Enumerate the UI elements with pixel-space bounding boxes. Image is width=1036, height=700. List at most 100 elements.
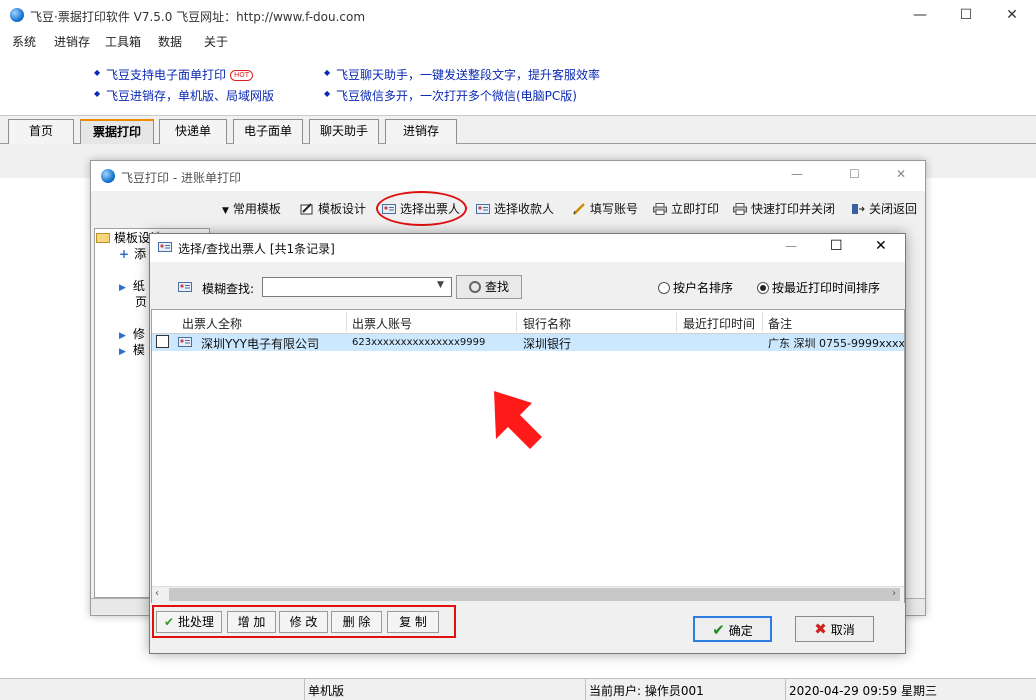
exit-door-icon (852, 204, 865, 214)
drawer-dialog-title: 选择/查找出票人 [共1条记录] (178, 242, 335, 256)
radio-selected-icon (757, 282, 769, 294)
column-header-bank[interactable]: 银行名称 (523, 315, 571, 332)
promo-link-eorder[interactable]: 飞豆支持电子面单打印 HOT (106, 66, 254, 83)
menu-inventory[interactable]: 进销存 (54, 33, 90, 50)
search-person-icon (468, 281, 481, 293)
cell-drawer-name: 深圳YYY电子有限公司 (201, 337, 319, 351)
minimize-button[interactable]: — (785, 239, 797, 253)
status-datetime: 2020-04-29 09:59 星期三 (789, 684, 937, 698)
printer-icon (733, 203, 747, 215)
template-design-button[interactable]: 模板设计 (300, 200, 366, 217)
minimize-button[interactable]: — (897, 0, 943, 30)
triangle-right-icon: ▶ (119, 331, 126, 341)
status-edition: 单机版 (308, 684, 345, 698)
triangle-down-icon: ▼ (222, 206, 229, 216)
tree-item-page[interactable]: 页 (135, 293, 147, 310)
search-input[interactable] (262, 277, 452, 297)
close-button[interactable]: ✕ (896, 167, 906, 181)
contact-card-icon (158, 242, 172, 252)
printer-icon (653, 203, 667, 215)
column-header-last-print[interactable]: 最近打印时间 (683, 315, 755, 332)
common-template-dropdown[interactable]: ▼ 常用模板 (222, 200, 281, 217)
menu-data[interactable]: 数据 (158, 33, 182, 50)
cancel-button[interactable]: ✖ 取消 (795, 616, 874, 642)
status-divider (785, 678, 786, 700)
plus-icon: + (119, 247, 130, 261)
drawer-dialog-titlebar: 选择/查找出票人 [共1条记录] — ☐ ✕ (150, 234, 905, 262)
chevron-down-icon[interactable]: ▼ (437, 280, 444, 290)
maximize-button[interactable]: ☐ (849, 167, 860, 181)
sort-by-print-time-radio[interactable]: 按最近打印时间排序 (757, 279, 880, 296)
search-button[interactable]: 查找 (456, 275, 522, 299)
select-payee-button[interactable]: 选择收款人 (476, 200, 554, 217)
print-now-button[interactable]: 立即打印 (653, 200, 719, 217)
highlight-rectangle (152, 605, 456, 638)
status-user: 当前用户: 操作员001 (589, 684, 704, 698)
scroll-right-icon[interactable]: › (892, 588, 896, 599)
bullet-icon: ◆ (324, 89, 331, 98)
cell-remark: 广东 深圳 0755-9999xxxx (768, 337, 904, 350)
tree-item-template[interactable]: ▶ 模 (119, 341, 145, 358)
close-button[interactable]: ✕ (989, 0, 1035, 30)
tab-inventory[interactable]: 进销存 (385, 119, 457, 144)
menu-system[interactable]: 系统 (12, 33, 36, 50)
tree-item-paper[interactable]: ▶ 纸 (119, 277, 145, 294)
minimize-button[interactable]: — (791, 167, 803, 181)
tree-item-modify[interactable]: ▶ 修 (119, 325, 145, 342)
app-title: 飞豆·票据打印软件 V7.5.0 飞豆网址：http://www.f-dou.c… (30, 10, 366, 24)
column-header-remark[interactable]: 备注 (768, 315, 792, 332)
tab-chat-assistant[interactable]: 聊天助手 (309, 119, 379, 144)
menu-bar (0, 30, 1036, 52)
column-header-account[interactable]: 出票人账号 (352, 315, 412, 332)
tab-home[interactable]: 首页 (8, 119, 74, 144)
bullet-icon: ◆ (94, 89, 101, 98)
bullet-icon: ◆ (324, 68, 331, 77)
folder-icon (96, 233, 110, 243)
tab-express[interactable]: 快递单 (159, 119, 227, 144)
app-logo-icon (101, 169, 115, 183)
quick-print-close-button[interactable]: 快速打印并关闭 (733, 200, 835, 217)
scroll-left-icon[interactable]: ‹ (155, 588, 159, 599)
tree-item-add[interactable]: + 添 (119, 245, 146, 262)
contact-card-icon (178, 337, 192, 347)
status-divider (585, 678, 586, 700)
row-checkbox[interactable] (156, 335, 169, 348)
highlight-ellipse (376, 191, 467, 226)
tab-bill-print[interactable]: 票据打印 (80, 119, 154, 144)
menu-about[interactable]: 关于 (204, 33, 228, 50)
column-divider[interactable] (346, 312, 347, 332)
column-header-name[interactable]: 出票人全称 (182, 315, 242, 332)
deposit-dialog-titlebar: 飞豆打印 - 进账单打印 — ☐ ✕ (91, 161, 925, 191)
column-divider[interactable] (516, 312, 517, 332)
close-button[interactable]: ✕ (875, 238, 887, 254)
edit-template-icon (300, 203, 313, 215)
menu-toolbox[interactable]: 工具箱 (105, 33, 141, 50)
cell-drawer-account: 623xxxxxxxxxxxxxxx9999 (352, 337, 486, 348)
promo-link-wechat[interactable]: 飞豆微信多开，一次打开多个微信(电脑PC版) (336, 87, 577, 104)
triangle-right-icon: ▶ (119, 283, 126, 293)
maximize-button[interactable]: ☐ (943, 0, 989, 30)
contact-card-icon (178, 282, 192, 292)
close-return-button[interactable]: 关闭返回 (851, 200, 917, 217)
column-divider[interactable] (676, 312, 677, 332)
deposit-dialog-title: 飞豆打印 - 进账单打印 (121, 171, 241, 185)
contact-card-icon (476, 204, 490, 214)
promo-link-chat[interactable]: 飞豆聊天助手，一键发送整段文字，提升客服效率 (336, 66, 600, 83)
fill-account-button[interactable]: 填写账号 (572, 200, 638, 217)
promo-link-inventory[interactable]: 飞豆进销存，单机版、局域网版 (106, 87, 274, 104)
tab-strip (0, 116, 1036, 144)
column-divider[interactable] (762, 312, 763, 332)
scrollbar-thumb[interactable] (169, 588, 900, 601)
tab-e-waybill[interactable]: 电子面单 (233, 119, 303, 144)
maximize-button[interactable]: ☐ (830, 238, 843, 254)
cell-bank-name: 深圳银行 (523, 337, 572, 351)
ok-button[interactable]: ✔ 确定 (693, 616, 772, 642)
hot-badge: HOT (230, 70, 254, 81)
radio-icon (658, 282, 670, 294)
triangle-right-icon: ▶ (119, 347, 126, 357)
promo-banner (0, 52, 1036, 116)
x-icon: ✖ (814, 620, 827, 638)
pencil-icon (573, 203, 585, 215)
sort-by-name-radio[interactable]: 按户名排序 (658, 279, 733, 296)
drawer-table (151, 309, 905, 603)
